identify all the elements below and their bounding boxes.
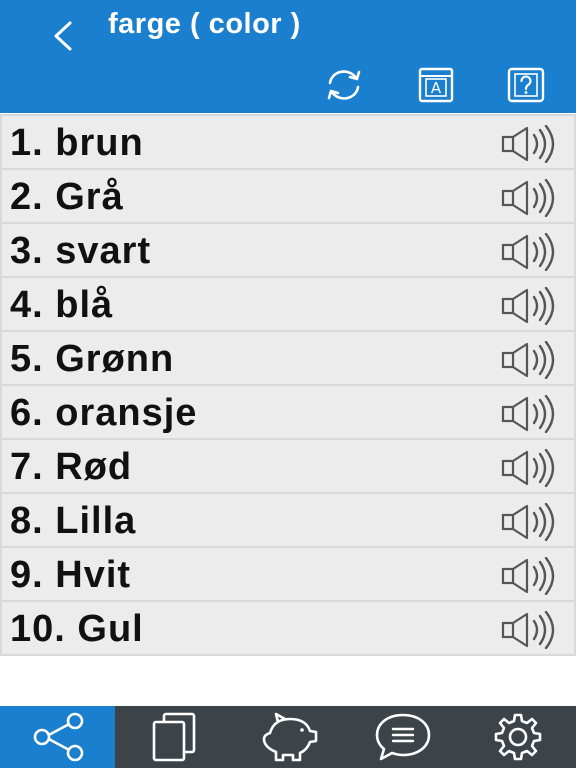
share-icon <box>33 712 83 762</box>
list-item[interactable]: 1. brun <box>0 114 576 168</box>
page-title: farge ( color ) <box>108 8 301 40</box>
list-item[interactable]: 5. Grønn <box>0 330 576 384</box>
help-icon <box>507 67 545 103</box>
tab-piggy-bank[interactable] <box>230 706 345 768</box>
word-label: 10. Gul <box>10 608 144 650</box>
speak-button[interactable] <box>500 449 566 487</box>
word-label: 3. svart <box>10 230 152 272</box>
list-item[interactable]: 7. Rød <box>0 438 576 492</box>
speaker-icon <box>501 287 555 325</box>
dictionary-button[interactable]: A <box>414 66 458 104</box>
word-label: 9. Hvit <box>10 554 132 596</box>
speak-button[interactable] <box>500 395 566 433</box>
word-label: 5. Grønn <box>10 338 175 380</box>
list-item[interactable]: 3. svart <box>0 222 576 276</box>
speak-button[interactable] <box>500 179 566 217</box>
tab-chat[interactable] <box>346 706 461 768</box>
speaker-icon <box>501 503 555 541</box>
speaker-icon <box>501 395 555 433</box>
list-item[interactable]: 10. Gul <box>0 600 576 656</box>
speak-button[interactable] <box>500 611 566 649</box>
word-label: 1. brun <box>10 122 144 164</box>
list-item[interactable]: 2. Grå <box>0 168 576 222</box>
word-list: 1. brun 2. Grå 3. svart 4. blå 5. Grønn … <box>0 114 576 656</box>
speaker-icon <box>501 449 555 487</box>
app-header: farge ( color ) A <box>0 0 576 113</box>
word-label: 8. Lilla <box>10 500 137 542</box>
tab-settings[interactable] <box>461 706 576 768</box>
list-item[interactable]: 8. Lilla <box>0 492 576 546</box>
piggy-bank-icon <box>262 712 318 762</box>
speak-button[interactable] <box>500 233 566 271</box>
speak-button[interactable] <box>500 341 566 379</box>
bottom-tab-bar <box>0 706 576 768</box>
back-button[interactable] <box>48 18 82 54</box>
word-label: 7. Rød <box>10 446 133 488</box>
refresh-icon <box>327 70 361 100</box>
list-item[interactable]: 9. Hvit <box>0 546 576 600</box>
speak-button[interactable] <box>500 503 566 541</box>
settings-icon <box>495 713 542 761</box>
word-label: 2. Grå <box>10 176 124 218</box>
speaker-icon <box>501 611 555 649</box>
word-label: 6. oransje <box>10 392 198 434</box>
chevron-left-icon <box>54 21 72 51</box>
dictionary-letter: A <box>430 79 442 97</box>
speak-button[interactable] <box>500 125 566 163</box>
chat-icon <box>375 713 431 761</box>
cards-icon <box>152 712 196 762</box>
tab-share[interactable] <box>0 706 116 768</box>
speak-button[interactable] <box>500 557 566 595</box>
speaker-icon <box>501 125 555 163</box>
list-item[interactable]: 6. oransje <box>0 384 576 438</box>
speak-button[interactable] <box>500 287 566 325</box>
speaker-icon <box>501 557 555 595</box>
speaker-icon <box>501 179 555 217</box>
list-item[interactable]: 4. blå <box>0 276 576 330</box>
word-label: 4. blå <box>10 284 114 326</box>
speaker-icon <box>501 341 555 379</box>
help-button[interactable] <box>504 66 548 104</box>
tab-cards[interactable] <box>115 706 230 768</box>
refresh-button[interactable] <box>322 66 366 104</box>
speaker-icon <box>501 233 555 271</box>
